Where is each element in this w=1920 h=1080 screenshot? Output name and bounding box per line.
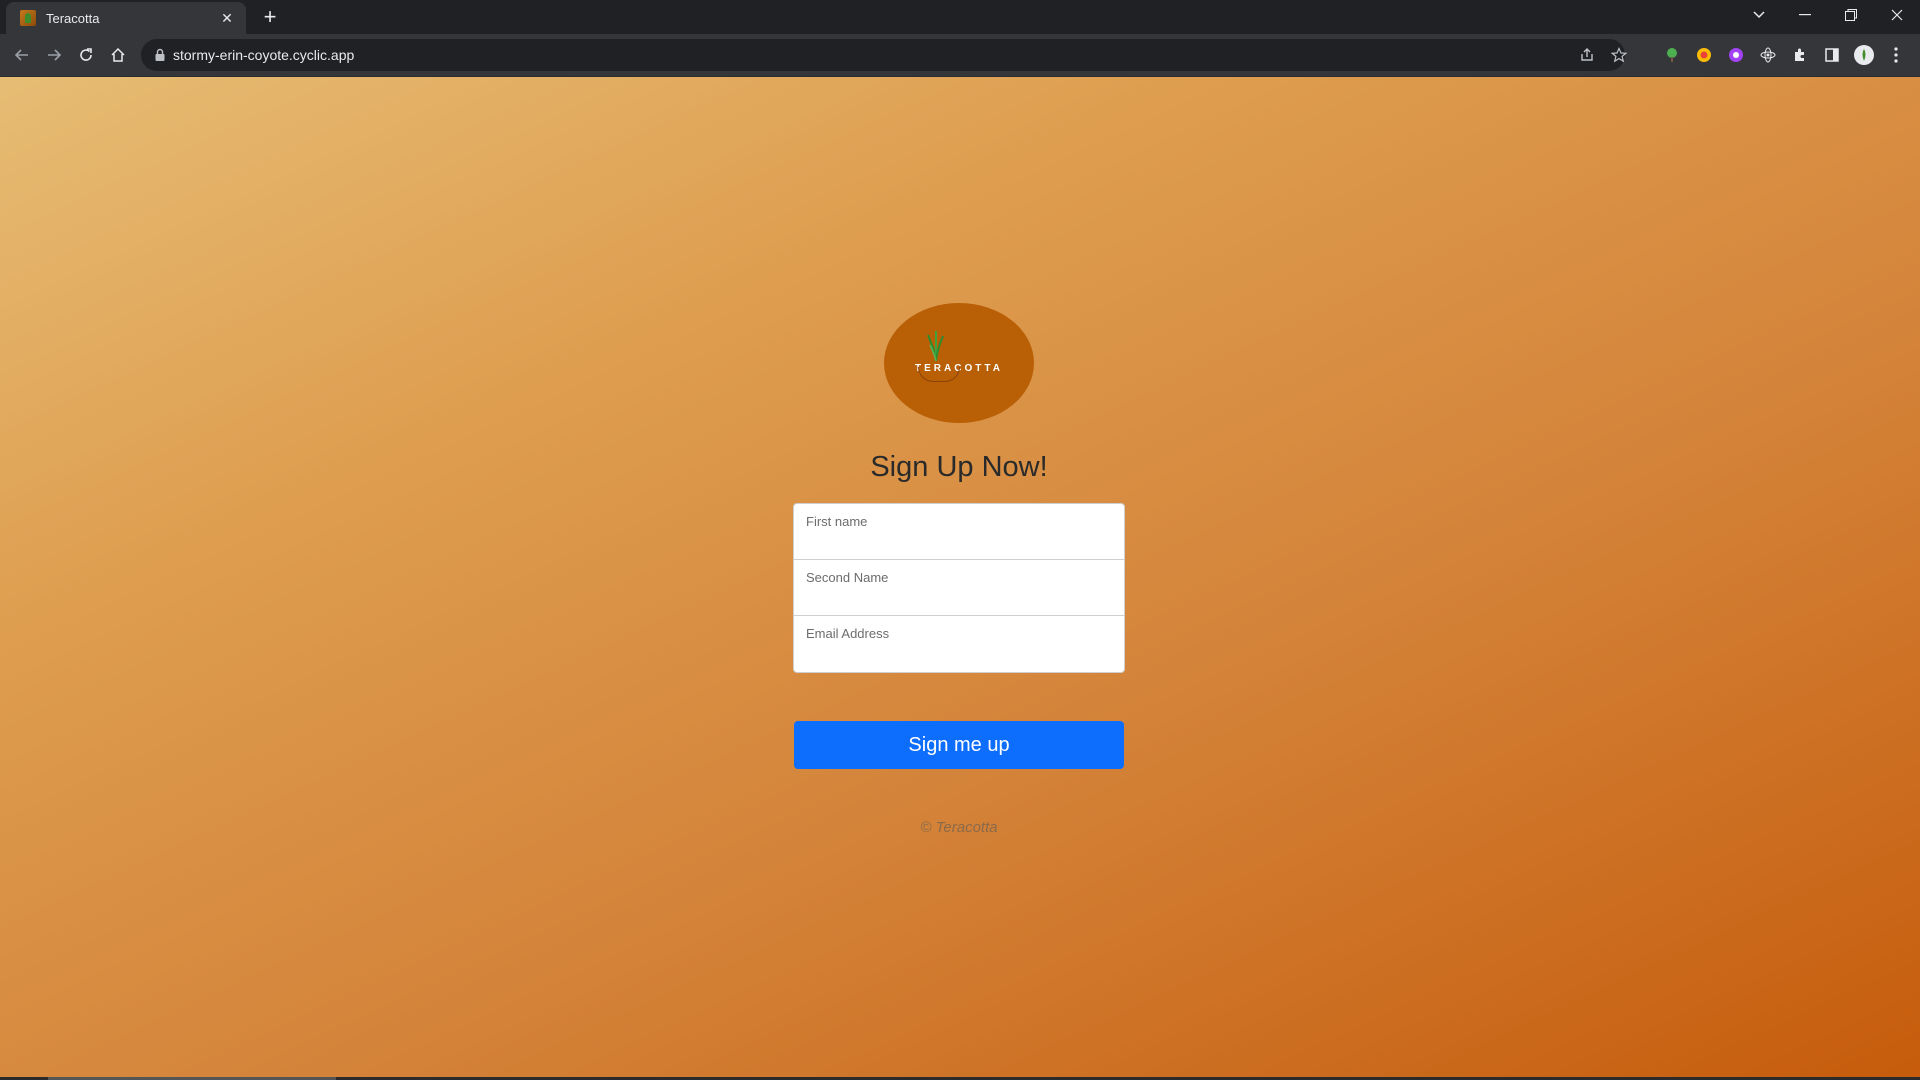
restore-icon[interactable] (1828, 0, 1874, 30)
close-window-icon[interactable] (1874, 0, 1920, 30)
lock-icon[interactable] (153, 48, 167, 62)
first-name-label: First name (806, 514, 868, 529)
browser-window: Teracotta ✕ + stormy-erin-coyote.cyclic.… (0, 0, 1920, 1080)
logo-ring (918, 367, 960, 382)
second-name-input[interactable] (794, 587, 1124, 615)
share-icon[interactable] (1575, 43, 1599, 67)
extension-tree-icon[interactable] (1661, 44, 1683, 66)
extension-coin-icon[interactable] (1693, 44, 1715, 66)
sign-me-up-button[interactable]: Sign me up (794, 721, 1124, 769)
back-icon[interactable] (10, 43, 34, 67)
url-text: stormy-erin-coyote.cyclic.app (173, 47, 355, 63)
menu-icon[interactable] (1885, 44, 1907, 66)
side-panel-icon[interactable] (1821, 44, 1843, 66)
reload-icon[interactable] (74, 43, 98, 67)
address-bar[interactable]: stormy-erin-coyote.cyclic.app (141, 39, 1627, 71)
email-field[interactable]: Email Address (794, 616, 1124, 672)
second-name-field[interactable]: Second Name (794, 560, 1124, 616)
signup-container: TERACOTTA Sign Up Now! First name Second… (793, 303, 1125, 836)
first-name-input[interactable] (794, 531, 1124, 559)
teracotta-logo: TERACOTTA (884, 303, 1034, 423)
extension-atom-icon[interactable] (1757, 44, 1779, 66)
forward-icon[interactable] (42, 43, 66, 67)
tab-title: Teracotta (46, 10, 100, 26)
signup-form: First name Second Name Email Address (793, 503, 1125, 673)
tab-close-icon[interactable]: ✕ (218, 9, 236, 27)
home-icon[interactable] (106, 43, 130, 67)
star-icon[interactable] (1607, 43, 1631, 67)
email-input[interactable] (794, 644, 1124, 672)
tab-strip: Teracotta ✕ + (0, 0, 1920, 34)
browser-toolbar: stormy-erin-coyote.cyclic.app (0, 34, 1920, 77)
extension-purple-icon[interactable] (1725, 44, 1747, 66)
page-title: Sign Up Now! (870, 451, 1048, 483)
second-name-label: Second Name (806, 570, 889, 585)
page-content: TERACOTTA Sign Up Now! First name Second… (0, 77, 1920, 1080)
sprout-icon (927, 331, 944, 362)
profile-icon[interactable] (1853, 44, 1875, 66)
footer-copyright: © Teracotta (920, 819, 998, 836)
tab-teracotta[interactable]: Teracotta ✕ (6, 2, 246, 34)
tab-search-icon[interactable] (1736, 0, 1782, 30)
minimize-icon[interactable] (1782, 0, 1828, 30)
first-name-field[interactable]: First name (794, 504, 1124, 560)
email-label: Email Address (806, 626, 890, 641)
site-favicon-icon (20, 10, 36, 26)
new-tab-button[interactable]: + (258, 5, 282, 29)
extensions-icon[interactable] (1789, 44, 1811, 66)
